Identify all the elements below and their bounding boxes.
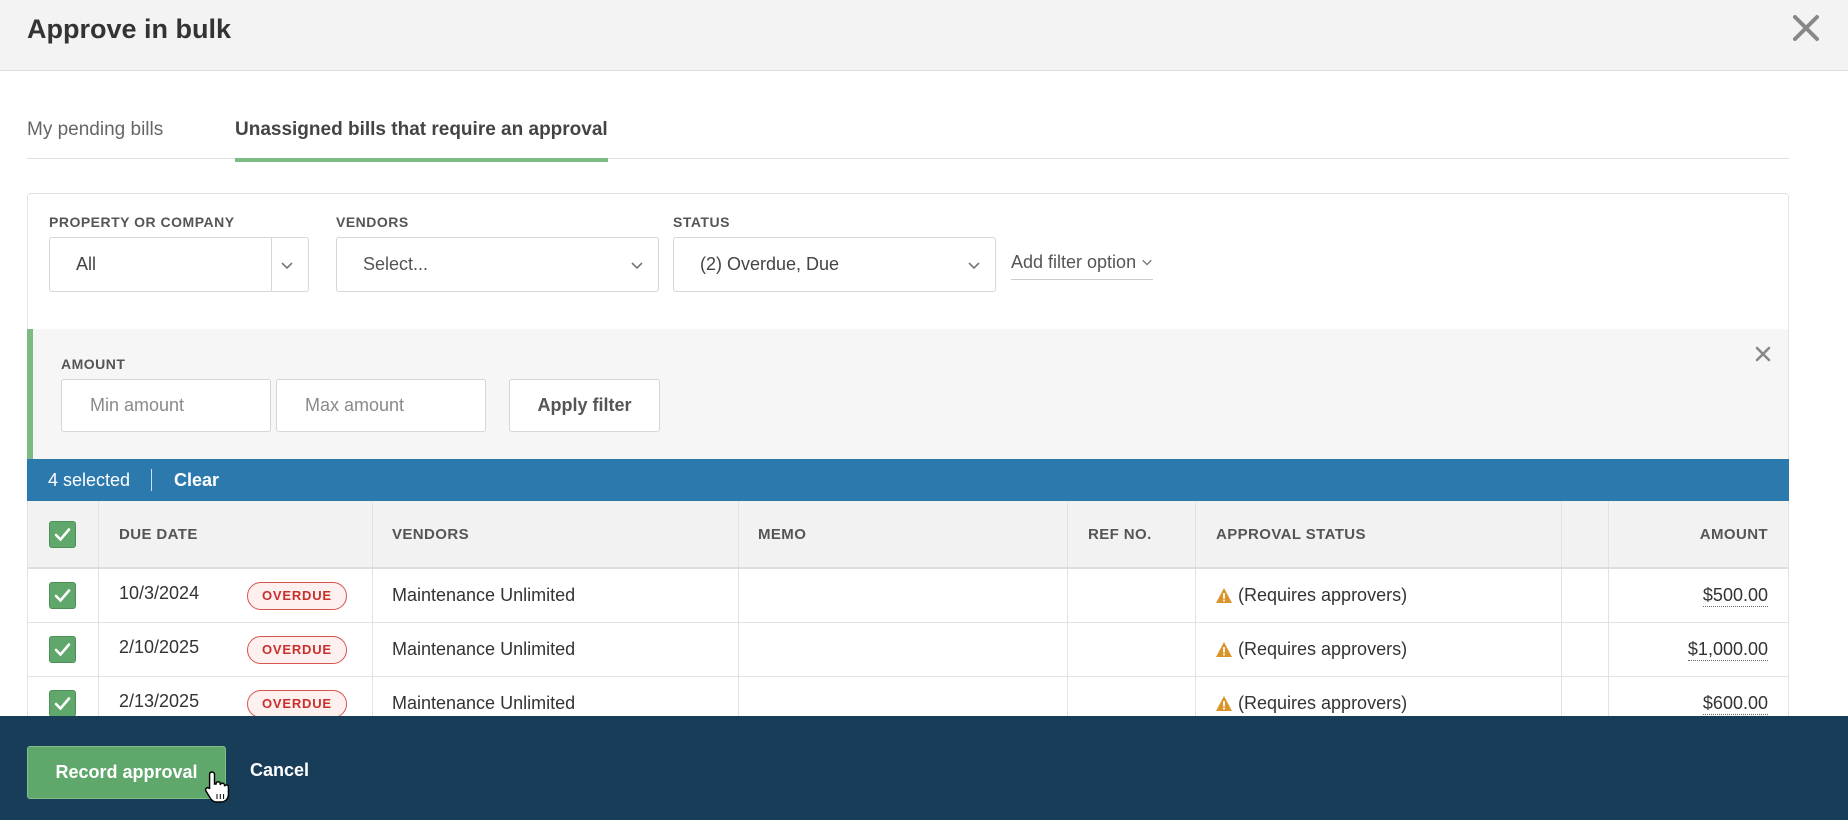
column-divider [1561,623,1562,676]
column-divider [1561,501,1562,567]
column-divider [98,569,99,622]
column-divider [1608,501,1609,567]
modal-footer: Record approval Cancel [0,716,1848,820]
approval-status: (Requires approvers) [1215,639,1407,660]
warning-icon [1216,642,1232,657]
status-select-value: (2) Overdue, Due [700,254,840,274]
overdue-badge: OVERDUE [247,690,347,718]
column-divider [372,569,373,622]
apply-filter-button[interactable]: Apply filter [509,379,660,432]
column-header-ref-no[interactable]: REF NO. [1088,501,1152,567]
add-filter-option-button[interactable]: Add filter option [1011,252,1154,280]
approval-status-text: (Requires approvers) [1238,693,1408,713]
checkmark-icon [54,528,71,542]
table-header: DUE DATE VENDORS MEMO REF NO. APPROVAL S… [27,501,1789,569]
column-divider [372,501,373,567]
column-divider [1195,569,1196,622]
row-checkbox[interactable] [49,582,76,609]
column-divider [1067,501,1068,567]
modal-header: Approve in bulk [0,0,1848,71]
modal-title: Approve in bulk [27,14,232,44]
vendor-name: Maintenance Unlimited [392,585,576,605]
table-row[interactable]: 10/3/2024 OVERDUE Maintenance Unlimited … [27,569,1789,623]
vendors-filter-label: VENDORS [336,214,409,230]
vendor-name: Maintenance Unlimited [392,639,576,659]
bills-table: DUE DATE VENDORS MEMO REF NO. APPROVAL S… [27,501,1789,731]
column-divider [1608,569,1609,622]
column-divider [98,623,99,676]
add-filter-option-label: Add filter option [1011,252,1137,272]
column-header-approval-status[interactable]: APPROVAL STATUS [1216,501,1366,567]
column-divider [738,569,739,622]
amount-link[interactable]: $500.00 [1702,585,1768,607]
column-divider [372,623,373,676]
checkmark-icon [54,589,71,603]
chevron-down-icon [630,256,644,277]
selection-bar: 4 selected Clear [27,459,1789,501]
column-divider [98,501,99,567]
close-icon[interactable] [1786,8,1826,48]
column-divider [1195,501,1196,567]
chevron-down-icon [1141,252,1153,272]
cancel-button[interactable]: Cancel [250,760,309,781]
column-divider [1067,569,1068,622]
approval-status: (Requires approvers) [1215,693,1407,714]
approval-status-text: (Requires approvers) [1238,639,1408,659]
row-checkbox[interactable] [49,690,76,717]
record-approval-button[interactable]: Record approval [27,746,226,799]
checkmark-icon [54,643,71,657]
amount-link[interactable]: $1,000.00 [1687,639,1768,661]
warning-icon [1216,588,1232,603]
chevron-down-icon [280,256,294,277]
selection-divider [151,469,152,491]
property-filter-label: PROPERTY OR COMPANY [49,214,235,230]
due-date: 10/3/2024 [119,583,200,603]
property-select[interactable]: All [49,237,309,292]
column-divider [1195,623,1196,676]
row-checkbox[interactable] [49,636,76,663]
warning-icon [1216,696,1232,711]
column-header-vendors[interactable]: VENDORS [392,501,469,567]
column-divider [1561,569,1562,622]
vendor-name: Maintenance Unlimited [392,693,576,713]
approval-status-text: (Requires approvers) [1238,585,1408,605]
status-filter-label: STATUS [673,214,730,230]
select-all-checkbox[interactable] [49,521,76,548]
clear-selection-button[interactable]: Clear [174,470,219,491]
overdue-badge: OVERDUE [247,582,347,610]
table-row[interactable]: 2/10/2025 OVERDUE Maintenance Unlimited … [27,623,1789,677]
amount-filter-panel: AMOUNT Apply filter [27,329,1789,459]
tab-bar: My pending bills Unassigned bills that r… [27,100,1789,162]
column-divider [1608,623,1609,676]
selected-count: 4 selected [48,470,131,490]
min-amount-input[interactable] [61,379,271,432]
overdue-badge: OVERDUE [247,636,347,664]
column-header-memo[interactable]: MEMO [758,501,806,567]
tab-my-pending-bills[interactable]: My pending bills [27,119,163,141]
due-date: 2/10/2025 [119,637,200,657]
checkmark-icon [54,697,71,711]
column-divider [738,501,739,567]
amount-filter-label: AMOUNT [61,356,126,372]
column-divider [1067,623,1068,676]
vendors-select-value: Select... [363,254,429,274]
max-amount-input[interactable] [276,379,486,432]
tab-unassigned-bills[interactable]: Unassigned bills that require an approva… [235,119,608,162]
hand-cursor-icon [204,770,230,809]
due-date: 2/13/2025 [119,691,200,711]
vendors-select[interactable]: Select... [336,237,659,292]
chevron-down-icon [967,256,981,277]
filter-panel: PROPERTY OR COMPANY All VENDORS Select..… [27,193,1789,329]
column-header-due-date[interactable]: DUE DATE [119,501,198,567]
property-select-value: All [76,254,97,274]
select-divider [271,238,272,291]
amount-link[interactable]: $600.00 [1702,693,1768,715]
approval-status: (Requires approvers) [1215,585,1407,606]
close-icon[interactable] [1752,343,1774,365]
column-divider [738,623,739,676]
status-select[interactable]: (2) Overdue, Due [673,237,996,292]
column-header-amount[interactable]: AMOUNT [1700,501,1768,567]
